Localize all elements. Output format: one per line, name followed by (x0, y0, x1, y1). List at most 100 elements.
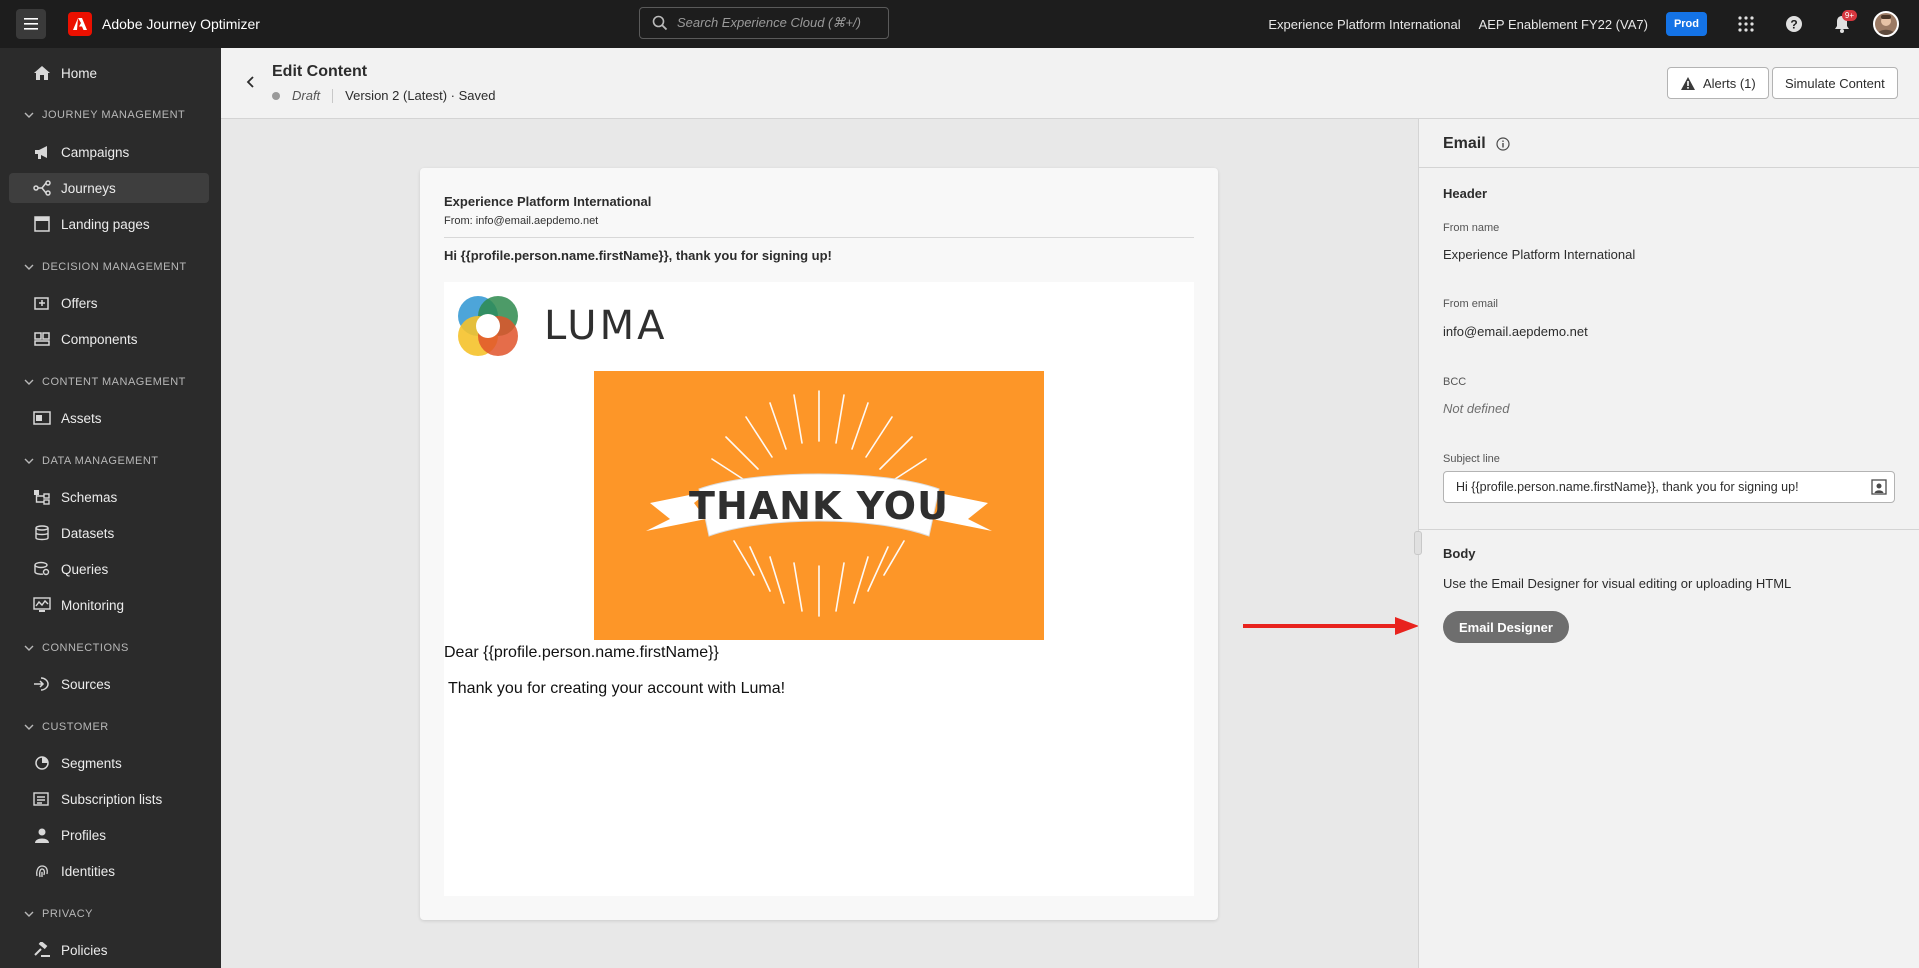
nav-queries[interactable]: Queries (9, 554, 209, 584)
email-divider (444, 237, 1194, 238)
panel-divider (1419, 529, 1919, 530)
chevron-down-icon (24, 911, 34, 917)
query-icon (34, 561, 50, 576)
search-icon (652, 15, 668, 31)
warning-icon (1681, 76, 1695, 90)
section-privacy[interactable]: PRIVACY (24, 908, 93, 920)
chevron-down-icon (24, 379, 34, 385)
top-bar: Adobe Journey Optimizer Search Experienc… (0, 0, 1919, 48)
alerts-button-label: Alerts (1) (1703, 75, 1756, 91)
nav-components[interactable]: Components (9, 324, 209, 354)
segments-icon (35, 756, 49, 770)
list-icon (33, 792, 49, 806)
nav-policies[interactable]: Policies (9, 935, 209, 965)
journey-icon (33, 180, 51, 196)
nav-datasets[interactable]: Datasets (9, 518, 209, 548)
nav-subscription-lists-label: Subscription lists (61, 791, 163, 807)
nav-landing-pages[interactable]: Landing pages (9, 209, 209, 239)
subject-line-input[interactable]: Hi {{profile.person.name.firstName}}, th… (1443, 471, 1895, 503)
status-dot-icon (272, 91, 280, 100)
personalization-icon[interactable] (1870, 478, 1888, 496)
nav-subscription-lists[interactable]: Subscription lists (9, 784, 209, 814)
hamburger-menu-icon[interactable] (16, 9, 46, 39)
nav-monitoring[interactable]: Monitoring (9, 590, 209, 620)
body-description: Use the Email Designer for visual editin… (1443, 576, 1792, 591)
org-switcher[interactable]: Experience Platform International (1268, 17, 1460, 32)
annotation-arrow-icon (1243, 617, 1419, 635)
from-name-value: Experience Platform International (1443, 247, 1636, 262)
left-sidebar: Home JOURNEY MANAGEMENT Campaigns Journe… (0, 48, 221, 968)
section-journey-management[interactable]: JOURNEY MANAGEMENT (24, 109, 185, 121)
search-input[interactable]: Search Experience Cloud (⌘+/) (639, 7, 889, 39)
chevron-down-icon (24, 112, 34, 118)
content-header: Edit Content Draft Version 2 (Latest) · … (221, 48, 1919, 119)
sources-icon (34, 677, 49, 691)
nav-campaigns-label: Campaigns (61, 144, 130, 160)
email-preview-card: Experience Platform International From: … (420, 168, 1218, 920)
nav-assets[interactable]: Assets (9, 403, 209, 433)
chevron-down-icon (24, 264, 34, 270)
offer-icon (34, 297, 49, 310)
luma-logo-icon (458, 296, 518, 356)
apps-grid-icon[interactable] (1729, 7, 1763, 41)
back-arrow-icon[interactable] (241, 72, 261, 92)
nav-profiles-label: Profiles (61, 827, 107, 843)
section-connections[interactable]: CONNECTIONS (24, 642, 129, 654)
nav-identities[interactable]: Identities (9, 856, 209, 886)
environment-badge[interactable]: Prod (1665, 12, 1707, 36)
panel-resize-handle[interactable] (1414, 531, 1422, 555)
nav-profiles[interactable]: Profiles (9, 820, 209, 850)
section-decision-management[interactable]: DECISION MANAGEMENT (24, 261, 187, 273)
svg-text:?: ? (1790, 18, 1797, 32)
simulate-content-button[interactable]: Simulate Content (1772, 67, 1898, 99)
luma-logo: LUMA (452, 290, 667, 362)
nav-offers-label: Offers (61, 295, 98, 311)
email-body[interactable]: LUMA THANK YOU Dear {{profile.person.nam… (444, 282, 1194, 896)
email-designer-button[interactable]: Email Designer (1443, 611, 1569, 643)
page-title: Edit Content (272, 63, 368, 80)
section-decision-management-label: DECISION MANAGEMENT (42, 261, 187, 273)
nav-offers[interactable]: Offers (9, 288, 209, 318)
subject-line-label: Subject line (1443, 453, 1500, 465)
panel-title-text: Email (1443, 135, 1486, 152)
fingerprint-icon (36, 865, 48, 878)
nav-schemas[interactable]: Schemas (9, 482, 209, 512)
components-icon (34, 332, 50, 346)
section-data-management[interactable]: DATA MANAGEMENT (24, 455, 159, 467)
section-content-management-label: CONTENT MANAGEMENT (42, 376, 186, 388)
assets-icon (33, 411, 51, 425)
section-content-management[interactable]: CONTENT MANAGEMENT (24, 376, 186, 388)
email-subject: Hi {{profile.person.name.firstName}}, th… (444, 248, 832, 263)
banner-text: THANK YOU (689, 484, 949, 528)
nav-segments[interactable]: Segments (9, 748, 209, 778)
chevron-down-icon (24, 724, 34, 730)
chevron-down-icon (24, 458, 34, 464)
nav-schemas-label: Schemas (61, 489, 118, 505)
nav-assets-label: Assets (61, 410, 102, 426)
from-email-value: info@email.aepdemo.net (1443, 324, 1588, 339)
nav-sources[interactable]: Sources (9, 669, 209, 699)
nav-journeys[interactable]: Journeys (9, 173, 209, 203)
bcc-label: BCC (1443, 376, 1467, 388)
luma-logo-text: LUMA (544, 303, 668, 349)
info-icon[interactable] (1496, 137, 1510, 151)
schema-icon (34, 490, 50, 505)
version-label: Version 2 (Latest) · Saved (345, 88, 496, 103)
nav-landing-pages-label: Landing pages (61, 216, 150, 232)
nav-sources-label: Sources (61, 676, 111, 692)
help-icon[interactable]: ? (1777, 7, 1811, 41)
email-body-text: Thank you for creating your account with… (448, 680, 786, 697)
user-avatar[interactable] (1873, 11, 1899, 37)
nav-home[interactable]: Home (9, 58, 209, 88)
notifications-bell-icon[interactable]: 9+ (1825, 7, 1859, 41)
section-journey-management-label: JOURNEY MANAGEMENT (42, 109, 186, 121)
nav-campaigns[interactable]: Campaigns (9, 137, 209, 167)
app-name[interactable]: Adobe Journey Optimizer (102, 16, 260, 32)
divider (332, 88, 334, 103)
adobe-logo-icon[interactable] (68, 12, 92, 36)
sandbox-switcher[interactable]: AEP Enablement FY22 (VA7) (1479, 17, 1648, 32)
alerts-button[interactable]: Alerts (1) (1667, 67, 1769, 99)
nav-datasets-label: Datasets (61, 525, 115, 541)
database-icon (35, 525, 49, 541)
section-customer[interactable]: CUSTOMER (24, 721, 109, 733)
